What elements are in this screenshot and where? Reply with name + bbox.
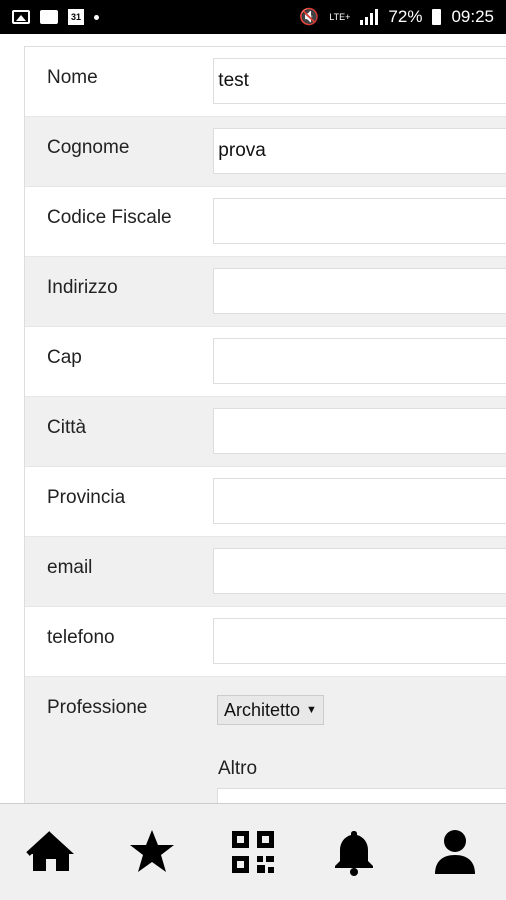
bottom-nav bbox=[0, 803, 506, 900]
field-label: Indirizzo bbox=[47, 277, 118, 298]
citta-input[interactable] bbox=[213, 408, 506, 454]
profession-selected-value: Architetto bbox=[224, 699, 301, 720]
battery-icon bbox=[432, 9, 442, 25]
field-label: email bbox=[47, 557, 93, 578]
field-row-nome: Nome bbox=[25, 47, 506, 117]
field-row-codice-fiscale: Codice Fiscale bbox=[25, 187, 506, 257]
field-row-provincia: Provincia bbox=[25, 467, 506, 537]
field-label: Cap bbox=[47, 347, 82, 368]
mute-icon: 🔇 bbox=[299, 9, 320, 26]
profession-controls: Architetto ▼ Altro bbox=[217, 677, 506, 807]
lte-icon: LTE+ bbox=[329, 11, 351, 22]
field-row-citta: Città bbox=[25, 397, 506, 467]
field-row-email: email bbox=[25, 537, 506, 607]
field-row-indirizzo: Indirizzo bbox=[25, 257, 506, 327]
field-label: Codice Fiscale bbox=[47, 207, 172, 228]
field-row-cognome: Cognome bbox=[25, 117, 506, 187]
field-label: telefono bbox=[47, 627, 115, 648]
notifications-button[interactable] bbox=[324, 822, 384, 882]
field-label: Cognome bbox=[47, 137, 130, 158]
user-icon bbox=[435, 830, 476, 874]
message-icon bbox=[40, 10, 58, 24]
signal-icon bbox=[360, 9, 379, 25]
provincia-input[interactable] bbox=[213, 478, 506, 524]
picture-icon bbox=[12, 10, 30, 24]
qr-code-icon bbox=[231, 831, 274, 873]
star-icon bbox=[129, 830, 174, 872]
field-label: Nome bbox=[47, 67, 98, 88]
profession-select[interactable]: Architetto ▼ bbox=[217, 695, 324, 725]
codice-fiscale-input[interactable] bbox=[213, 198, 506, 244]
cognome-input[interactable] bbox=[213, 128, 506, 174]
home-button[interactable] bbox=[21, 822, 81, 882]
field-label: Città bbox=[47, 417, 87, 438]
field-row-telefono: telefono bbox=[25, 607, 506, 677]
telefono-input[interactable] bbox=[213, 618, 506, 664]
field-label: Professione bbox=[47, 697, 148, 718]
indirizzo-input[interactable] bbox=[213, 268, 506, 314]
calendar-icon: 31 bbox=[68, 9, 84, 25]
nome-input[interactable] bbox=[213, 58, 506, 104]
home-icon bbox=[25, 831, 74, 871]
bell-icon bbox=[335, 831, 374, 876]
profile-button[interactable] bbox=[425, 822, 485, 882]
clock: 09:25 bbox=[451, 7, 494, 26]
field-row-cap: Cap bbox=[25, 327, 506, 397]
field-label: Provincia bbox=[47, 487, 126, 508]
qr-scan-button[interactable] bbox=[223, 822, 283, 882]
email-input[interactable] bbox=[213, 548, 506, 594]
favorites-button[interactable] bbox=[122, 822, 182, 882]
dot-icon bbox=[94, 14, 99, 20]
altro-label: Altro bbox=[218, 758, 258, 779]
caret-down-icon: ▼ bbox=[306, 704, 317, 716]
battery-percent: 72% bbox=[388, 7, 423, 26]
cap-input[interactable] bbox=[213, 338, 506, 384]
field-row-professione: Professione Architetto ▼ Altro bbox=[25, 677, 506, 807]
form-panel: Nome Cognome Codice Fiscale Indirizzo Ca… bbox=[24, 46, 506, 807]
status-bar: 31 🔇 LTE+ 72% 09:25 bbox=[0, 0, 506, 34]
